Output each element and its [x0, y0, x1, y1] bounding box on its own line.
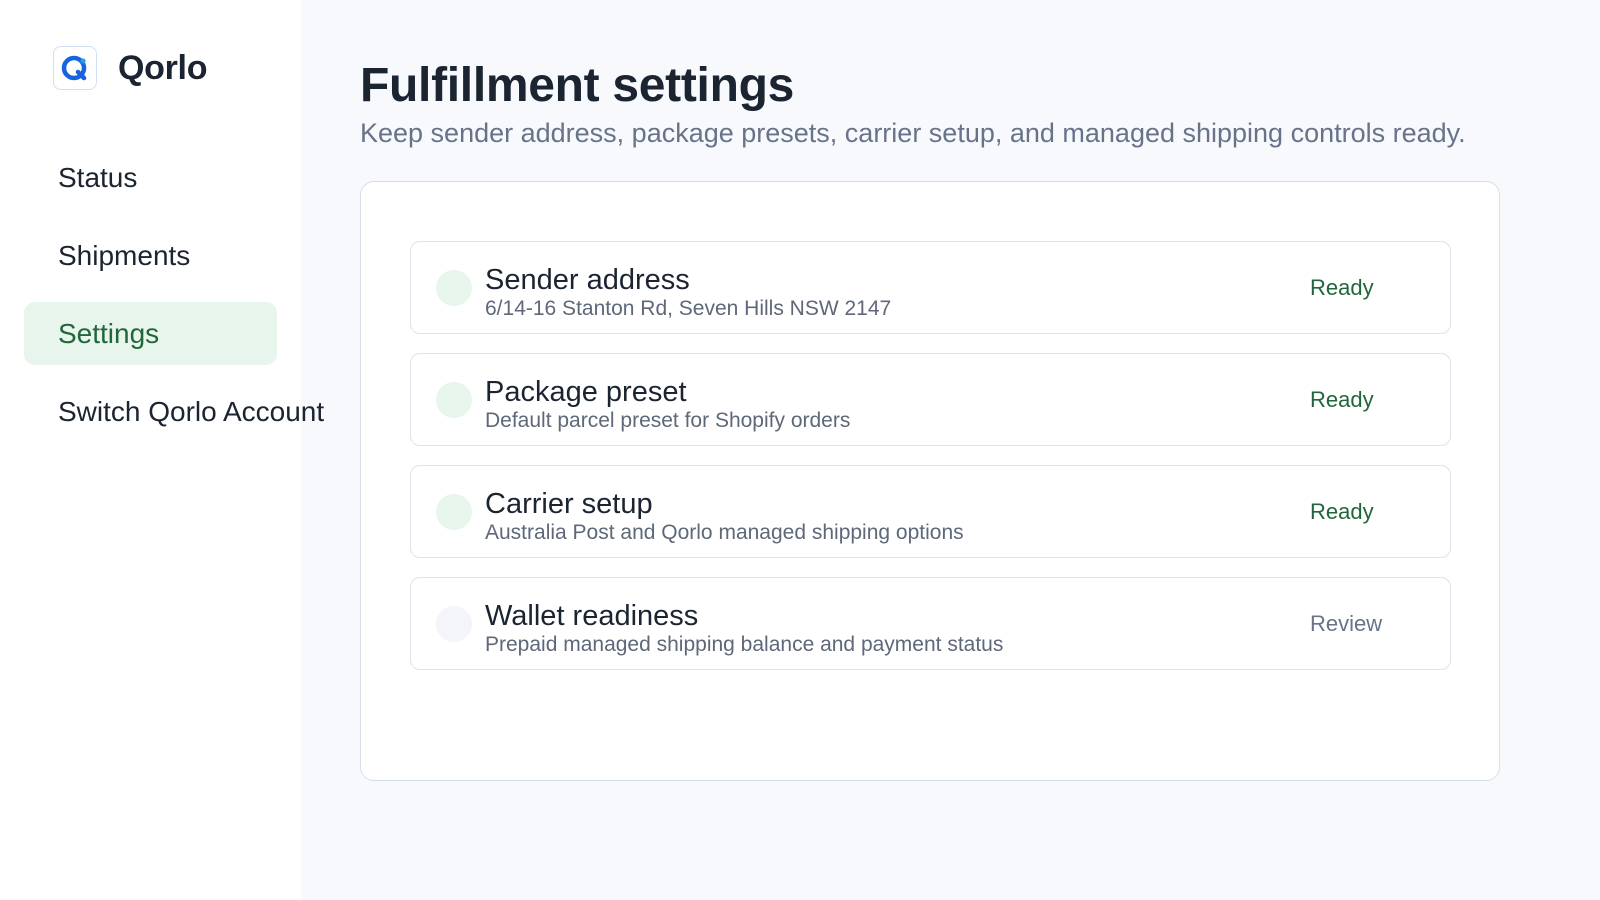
row-title: Carrier setup: [485, 488, 653, 520]
status-dot-icon: [436, 494, 472, 530]
page-subtitle: Keep sender address, package presets, ca…: [360, 118, 1466, 148]
sidebar-item-settings[interactable]: Settings: [24, 302, 277, 365]
sidebar-item-label: Status: [58, 161, 138, 193]
sidebar-item-status[interactable]: Status: [24, 146, 277, 209]
status-badge: Review: [1310, 611, 1383, 636]
settings-row-carrier-setup[interactable]: Carrier setup Australia Post and Qorlo m…: [410, 465, 1451, 558]
qorlo-logo-icon: [53, 46, 97, 90]
status-badge: Ready: [1310, 275, 1374, 300]
brand[interactable]: Qorlo: [53, 46, 207, 90]
row-description: Prepaid managed shipping balance and pay…: [485, 633, 1004, 656]
row-description: Default parcel preset for Shopify orders: [485, 409, 851, 432]
app-window: Qorlo Status Shipments Settings Switch Q…: [0, 0, 1600, 900]
status-dot-icon: [436, 270, 472, 306]
settings-list: Sender address 6/14-16 Stanton Rd, Seven…: [410, 241, 1451, 689]
sidebar-nav: Status Shipments Settings Switch Qorlo A…: [24, 146, 324, 458]
row-title: Wallet readiness: [485, 600, 699, 632]
sidebar-item-switch-account[interactable]: Switch Qorlo Account: [24, 380, 324, 443]
brand-name: Qorlo: [118, 48, 208, 87]
sidebar-item-label: Settings: [58, 317, 160, 349]
settings-row-wallet-readiness[interactable]: Wallet readiness Prepaid managed shippin…: [410, 577, 1451, 670]
status-dot-icon: [436, 382, 472, 418]
row-title: Sender address: [485, 264, 690, 296]
sidebar-item-label: Shipments: [58, 239, 191, 271]
sidebar-item-shipments[interactable]: Shipments: [24, 224, 277, 287]
status-badge: Ready: [1310, 387, 1374, 412]
sidebar-item-label: Switch Qorlo Account: [58, 395, 325, 427]
row-description: Australia Post and Qorlo managed shippin…: [485, 521, 964, 544]
settings-card: Sender address 6/14-16 Stanton Rd, Seven…: [360, 181, 1500, 781]
sidebar: Qorlo Status Shipments Settings Switch Q…: [0, 0, 324, 900]
page-title: Fulfillment settings: [360, 59, 795, 112]
status-badge: Ready: [1310, 499, 1374, 524]
row-description: 6/14-16 Stanton Rd, Seven Hills NSW 2147: [485, 297, 892, 320]
row-title: Package preset: [485, 376, 687, 408]
settings-row-package-preset[interactable]: Package preset Default parcel preset for…: [410, 353, 1451, 446]
status-dot-icon: [436, 606, 472, 642]
settings-row-sender-address[interactable]: Sender address 6/14-16 Stanton Rd, Seven…: [410, 241, 1451, 334]
